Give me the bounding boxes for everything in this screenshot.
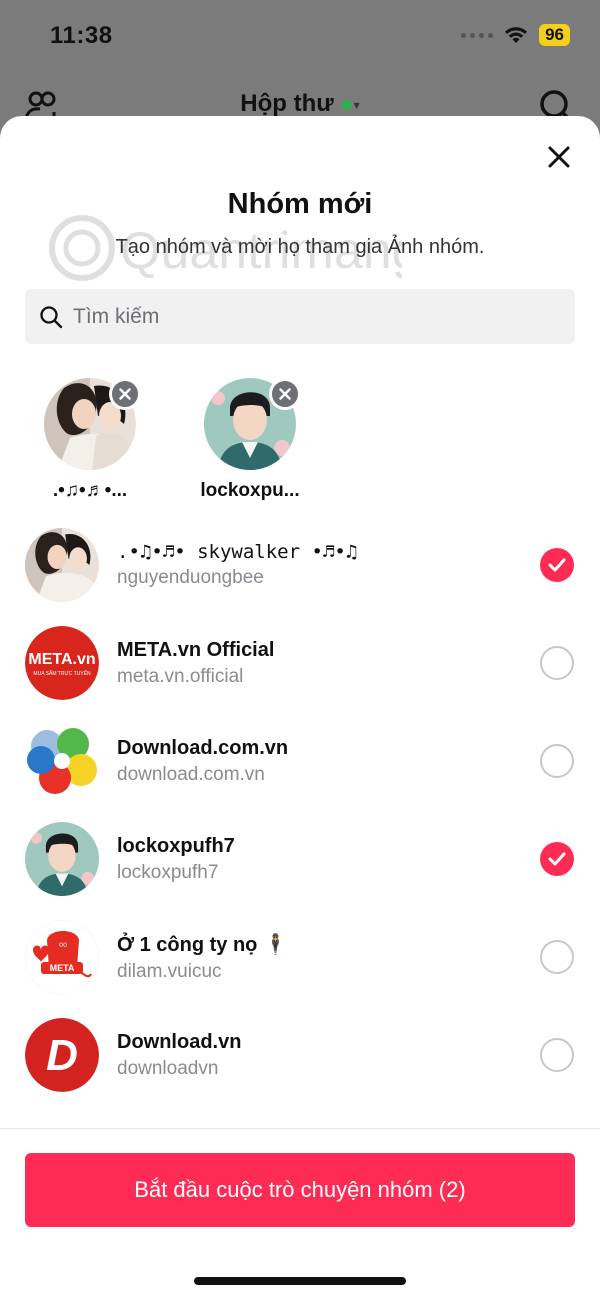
contact-texts: Download.com.vn download.com.vn	[117, 737, 288, 786]
contact-username: dilam.vuicuc	[117, 960, 222, 982]
contact-texts: Ở 1 công ty nọ 🕴 dilam.vuicuc	[117, 932, 288, 983]
divider	[0, 1128, 600, 1129]
search-bar[interactable]	[25, 289, 575, 344]
download-logo-letter: D	[46, 1031, 78, 1080]
sheet-title: Nhóm mới	[227, 188, 373, 220]
contact-display-name: lockoxpufh7	[117, 834, 235, 857]
contact-username: nguyenduongbee	[117, 567, 264, 588]
contact-username: download.com.vn	[117, 763, 265, 785]
avatar: ⁰⁰ META	[25, 920, 99, 994]
close-button[interactable]	[544, 142, 574, 172]
contact-display-name: Download.vn	[117, 1030, 242, 1053]
status-time: 11:38	[50, 22, 113, 49]
remove-member-button[interactable]	[269, 378, 301, 410]
status-icons: 96	[461, 24, 570, 46]
select-checkbox[interactable]	[540, 1038, 574, 1072]
contact-username: downloadvn	[117, 1057, 219, 1079]
avatar: D	[25, 1018, 99, 1092]
list-item[interactable]: .•♫•♬• skywalker •♬•♫ nguyenduongbee	[0, 516, 600, 614]
close-icon	[119, 388, 131, 400]
contact-display-name: META.vn Official	[117, 638, 275, 661]
avatar	[25, 724, 99, 798]
cellular-signal-icon	[461, 32, 494, 38]
new-group-sheet: Quantrimang Nhóm mới Tạo nhóm và mời họ …	[0, 116, 600, 1298]
list-item[interactable]: ⁰⁰ META Ở 1 công ty nọ 🕴 dilam.vuicuc	[0, 908, 600, 1006]
select-checkbox[interactable]	[540, 646, 574, 680]
contact-display-name: Download.com.vn	[117, 736, 289, 759]
meta-logo-small-text: META	[50, 963, 75, 973]
online-status-dot	[341, 99, 352, 110]
selected-member-name: lockoxpu...	[200, 480, 300, 501]
inbox-title-text: Hộp thư	[240, 90, 334, 117]
select-checkbox[interactable]	[540, 842, 574, 876]
contact-display-name: .•♫•♬• skywalker •♬•♫	[117, 541, 358, 563]
battery-indicator: 96	[539, 24, 570, 46]
contact-list: .•♫•♬• skywalker •♬•♫ nguyenduongbee MET…	[0, 516, 600, 1104]
meta-logo-subtext: MUA SẮM TRỰC TUYẾN	[33, 669, 91, 677]
checkmark-icon	[548, 558, 566, 572]
close-icon	[548, 146, 570, 168]
search-icon	[40, 305, 63, 328]
contact-texts: META.vn Official meta.vn.official	[117, 639, 274, 688]
avatar	[25, 822, 99, 896]
wifi-icon	[505, 27, 528, 43]
checkmark-icon	[548, 852, 566, 866]
avatar: META.vn MUA SẮM TRỰC TUYẾN	[25, 626, 99, 700]
selected-chip: lockoxpu...	[185, 376, 315, 506]
contact-texts: lockoxpufh7 lockoxpufh7	[117, 835, 235, 884]
contact-texts: Download.vn downloadvn	[117, 1031, 241, 1080]
inbox-title: Hộp thư ▾	[0, 90, 600, 118]
svg-text:⁰⁰: ⁰⁰	[59, 942, 67, 953]
status-bar: 11:38 96	[0, 0, 600, 76]
contact-username: lockoxpufh7	[117, 861, 219, 883]
search-input[interactable]	[73, 304, 553, 329]
close-icon	[279, 388, 291, 400]
select-checkbox[interactable]	[540, 744, 574, 778]
remove-member-button[interactable]	[109, 378, 141, 410]
contact-texts: .•♫•♬• skywalker •♬•♫ nguyenduongbee	[117, 541, 357, 589]
home-indicator	[194, 1277, 406, 1285]
list-item[interactable]: D Download.vn downloadvn	[0, 1006, 600, 1104]
meta-logo-text: META.vn	[28, 651, 95, 668]
list-item[interactable]: lockoxpufh7 lockoxpufh7	[0, 810, 600, 908]
contact-username: meta.vn.official	[117, 665, 244, 687]
select-checkbox[interactable]	[540, 548, 574, 582]
chevron-down-icon: ▾	[353, 97, 360, 112]
contact-display-name: Ở 1 công ty nọ 🕴	[117, 933, 288, 956]
avatar	[25, 528, 99, 602]
list-item[interactable]: Download.com.vn download.com.vn	[0, 712, 600, 810]
selected-chip: .•♫•♬•...	[25, 376, 155, 506]
select-checkbox[interactable]	[540, 940, 574, 974]
start-group-chat-button[interactable]: Bắt đầu cuộc trò chuyện nhóm (2)	[25, 1153, 575, 1227]
selected-member-name: .•♫•♬•...	[52, 480, 128, 501]
list-item[interactable]: META.vn MUA SẮM TRỰC TUYẾN META.vn Offic…	[0, 614, 600, 712]
selected-members: .•♫•♬•... lockoxpu...	[25, 376, 315, 506]
sheet-subtitle: Tạo nhóm và mời họ tham gia Ảnh nhóm.	[115, 236, 485, 258]
